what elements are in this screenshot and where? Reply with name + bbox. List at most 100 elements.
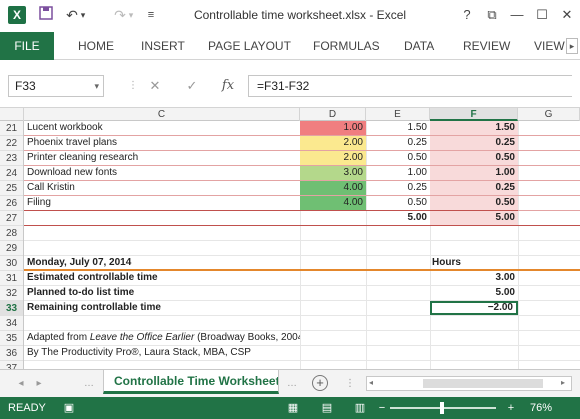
cell-d27[interactable] [300, 211, 366, 225]
enter-icon[interactable]: ✓ [180, 76, 204, 96]
cell-f23[interactable]: 0.50 [430, 151, 518, 165]
cell-f30[interactable]: Hours [430, 256, 518, 270]
tab-page-layout[interactable]: PAGE LAYOUT [208, 32, 291, 60]
cell-f31[interactable]: 3.00 [430, 271, 518, 285]
formula-input[interactable]: =F31-F32 [248, 75, 572, 97]
ribbon-display-options-button[interactable]: ⧉ [481, 4, 503, 26]
row-header-26[interactable]: 26 [0, 196, 23, 211]
tab-split-grip-icon[interactable]: ⋮ [345, 378, 355, 390]
row-header-29[interactable]: 29 [0, 241, 23, 256]
macro-record-icon[interactable]: ▣ [62, 401, 76, 415]
tab-view[interactable]: VIEW [534, 32, 565, 60]
tab-formulas[interactable]: FORMULAS [313, 32, 380, 60]
sheet-tab-controllable-time[interactable]: Controllable Time Worksheet [103, 370, 279, 394]
ribbon-scroll-right-icon[interactable]: ▸ [566, 38, 578, 54]
sheet-more-right-icon[interactable]: … [285, 376, 299, 392]
scrollbar-thumb[interactable] [423, 379, 543, 388]
cell-e22[interactable]: 0.25 [366, 136, 430, 150]
cell-c23[interactable]: Printer cleaning research [24, 151, 300, 165]
scroll-right-icon[interactable]: ▸ [561, 378, 565, 387]
cell-f21[interactable]: 1.50 [430, 121, 518, 135]
page-layout-view-icon[interactable]: ▤ [320, 401, 334, 415]
tab-review[interactable]: REVIEW [463, 32, 510, 60]
cell-c33[interactable]: Remaining controllable time [24, 301, 300, 315]
column-header-c[interactable]: C [24, 108, 300, 121]
insert-function-icon[interactable]: fx [216, 76, 240, 96]
cell-f22[interactable]: 0.25 [430, 136, 518, 150]
cell-d24[interactable]: 3.00 [300, 166, 366, 180]
cell-d21[interactable]: 1.00 [300, 121, 366, 135]
cell-c31[interactable]: Estimated controllable time [24, 271, 300, 285]
tab-data[interactable]: DATA [404, 32, 434, 60]
cell-f24[interactable]: 1.00 [430, 166, 518, 180]
add-sheet-icon[interactable]: + [312, 375, 328, 391]
row-header-33[interactable]: 33 [0, 301, 23, 316]
row-header-21[interactable]: 21 [0, 121, 23, 136]
row-header-36[interactable]: 36 [0, 346, 23, 361]
page-break-preview-icon[interactable]: ▥ [353, 401, 367, 415]
row-header-28[interactable]: 28 [0, 226, 23, 241]
cell-c35[interactable]: Adapted from Leave the Office Earlier (B… [24, 331, 300, 345]
cell-f25[interactable]: 0.25 [430, 181, 518, 195]
row-header-32[interactable]: 32 [0, 286, 23, 301]
column-header-f[interactable]: F [430, 108, 518, 121]
minimize-button[interactable]: — [506, 4, 528, 26]
row-header-27[interactable]: 27 [0, 211, 23, 226]
cell-c34[interactable] [24, 316, 300, 330]
save-icon[interactable] [36, 6, 56, 24]
zoom-level[interactable]: 76% [530, 402, 552, 414]
zoom-in-icon[interactable]: + [504, 401, 518, 415]
select-all-corner[interactable] [0, 108, 24, 121]
cancel-icon[interactable]: ✕ [143, 76, 167, 96]
row-header-30[interactable]: 30 [0, 256, 23, 271]
row-header-23[interactable]: 23 [0, 151, 23, 166]
worksheet-grid[interactable]: Lucent workbook 1.00 1.50 1.50 Phoenix trave… [24, 121, 580, 369]
cell-c22[interactable]: Phoenix travel plans [24, 136, 300, 150]
row-header-22[interactable]: 22 [0, 136, 23, 151]
cell-f33[interactable]: −2.00 [430, 301, 518, 315]
tab-file[interactable]: FILE [0, 32, 54, 60]
cell-c36[interactable]: By The Productivity Pro®, Laura Stack, M… [24, 346, 300, 360]
cell-c28[interactable] [24, 226, 300, 240]
zoom-slider-thumb[interactable] [440, 402, 444, 414]
cell-d25[interactable]: 4.00 [300, 181, 366, 195]
cell-e25[interactable]: 0.25 [366, 181, 430, 195]
cell-c21[interactable]: Lucent workbook [24, 121, 300, 135]
sheet-prev-icon[interactable]: ◂ [14, 376, 28, 392]
cell-c32[interactable]: Planned to-do list time [24, 286, 300, 300]
chevron-down-icon[interactable]: ▾ [94, 76, 99, 96]
scroll-left-icon[interactable]: ◂ [369, 378, 373, 387]
cell-e27[interactable]: 5.00 [366, 211, 430, 225]
sheet-next-icon[interactable]: ▸ [32, 376, 46, 392]
tab-home[interactable]: HOME [78, 32, 114, 60]
cell-c26[interactable]: Filing [24, 196, 300, 210]
cell-f26[interactable]: 0.50 [430, 196, 518, 210]
cell-f27[interactable]: 5.00 [430, 211, 518, 225]
zoom-out-icon[interactable]: − [375, 401, 389, 415]
tab-insert[interactable]: INSERT [141, 32, 185, 60]
name-box[interactable]: F33 ▾ [8, 75, 104, 97]
column-header-e[interactable]: E [366, 108, 430, 121]
cell-e21[interactable]: 1.50 [366, 121, 430, 135]
cell-c29[interactable] [24, 241, 300, 255]
cell-d23[interactable]: 2.00 [300, 151, 366, 165]
cell-c24[interactable]: Download new fonts [24, 166, 300, 180]
cell-c30[interactable]: Monday, July 07, 2014 [24, 256, 300, 270]
redo-dropdown-icon[interactable]: ▾ [126, 6, 136, 24]
cell-d22[interactable]: 2.00 [300, 136, 366, 150]
cell-e23[interactable]: 0.50 [366, 151, 430, 165]
cell-c25[interactable]: Call Kristin [24, 181, 300, 195]
undo-dropdown-icon[interactable]: ▾ [78, 6, 88, 24]
cell-c27[interactable] [24, 211, 300, 225]
cell-e24[interactable]: 1.00 [366, 166, 430, 180]
help-button[interactable]: ? [456, 4, 478, 26]
cell-c37[interactable] [24, 361, 300, 369]
sheet-more-icon[interactable]: … [82, 376, 96, 392]
row-header-24[interactable]: 24 [0, 166, 23, 181]
close-button[interactable]: ✕ [556, 4, 578, 26]
cell-d26[interactable]: 4.00 [300, 196, 366, 210]
cell-f32[interactable]: 5.00 [430, 286, 518, 300]
column-header-d[interactable]: D [300, 108, 366, 121]
normal-view-icon[interactable]: ▦ [286, 401, 300, 415]
cell-e26[interactable]: 0.50 [366, 196, 430, 210]
